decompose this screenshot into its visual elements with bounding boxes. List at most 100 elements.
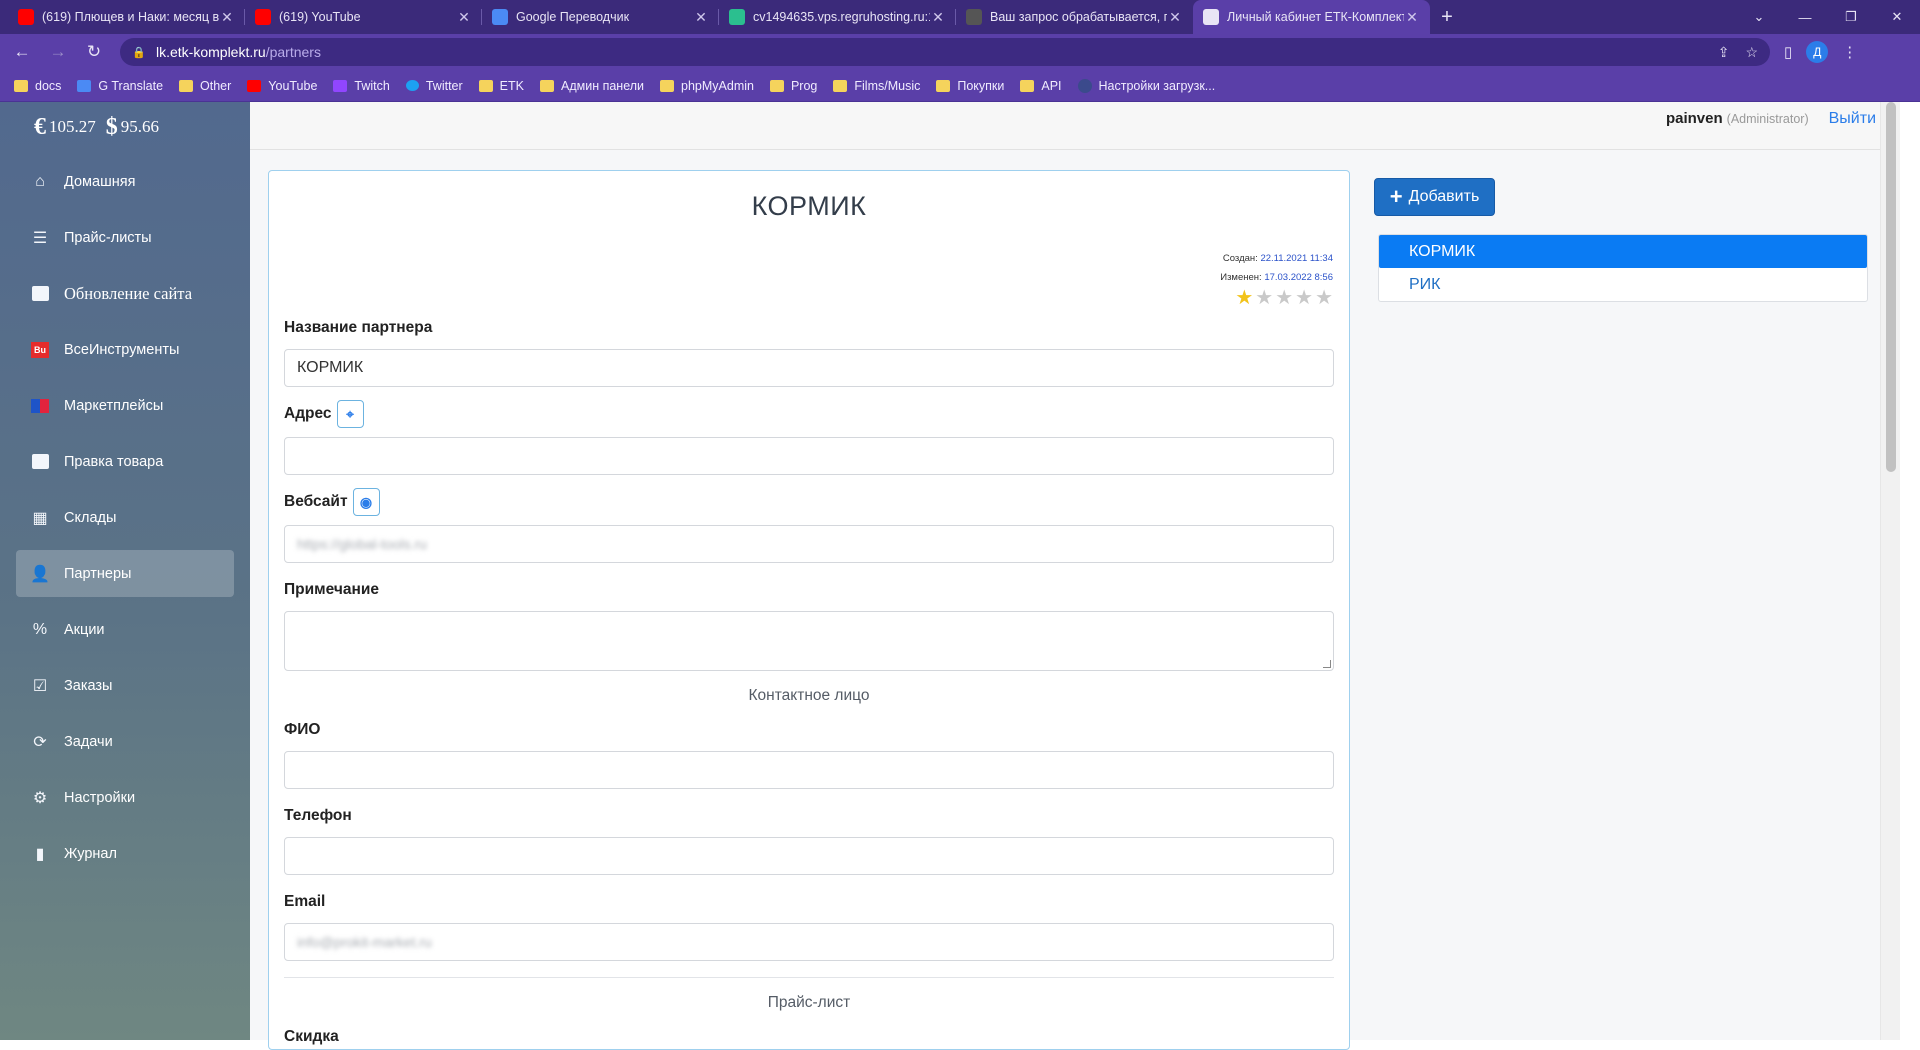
bookmark-item[interactable]: Twitch bbox=[333, 79, 390, 93]
star-icon[interactable]: ★ bbox=[1235, 285, 1253, 310]
tab-close-icon[interactable]: ✕ bbox=[1167, 9, 1183, 26]
browser-tab[interactable]: Google Переводчик ✕ bbox=[482, 0, 719, 34]
restore-icon[interactable]: ❐ bbox=[1828, 0, 1874, 34]
bookmark-item[interactable]: Twitter bbox=[405, 79, 463, 93]
email-value: info@prokit-market.ru bbox=[297, 934, 432, 950]
sidebar-item-list[interactable]: ☰ Прайс-листы bbox=[16, 214, 234, 261]
close-window-icon[interactable]: ✕ bbox=[1874, 0, 1920, 34]
menu-kebab-icon[interactable]: ⋮ bbox=[1842, 43, 1857, 61]
note-label: Примечание bbox=[284, 581, 379, 598]
dollar-rate: 95.66 bbox=[120, 117, 159, 136]
bookmark-item[interactable]: Настройки загрузк... bbox=[1077, 78, 1215, 93]
bookmark-label: Other bbox=[200, 78, 232, 93]
tab-search-icon[interactable]: ⌄ bbox=[1736, 0, 1782, 34]
note-textarea[interactable] bbox=[284, 611, 1334, 671]
folder-icon bbox=[936, 79, 951, 92]
bookmark-item[interactable]: YouTube bbox=[247, 79, 317, 93]
new-tab-button[interactable]: + bbox=[1430, 0, 1464, 34]
star-icon[interactable]: ★ bbox=[1295, 285, 1313, 310]
globe-icon bbox=[1077, 78, 1092, 93]
bookmark-item[interactable]: Other bbox=[179, 79, 231, 93]
url-field[interactable]: 🔒 lk.etk-komplekt.ru/partners ⇪ ☆ bbox=[120, 38, 1770, 66]
sidebar-item-home[interactable]: ⌂ Домашняя bbox=[16, 158, 234, 205]
globe-icon[interactable]: ◉ bbox=[352, 488, 380, 516]
bookmark-label: ETK bbox=[499, 78, 524, 93]
bookmark-item[interactable]: phpMyAdmin bbox=[660, 79, 754, 93]
share-icon[interactable]: ⇪ bbox=[1718, 44, 1730, 61]
sidebar-item-vseinstrumenti[interactable]: Bu ВсеИнструменты bbox=[16, 326, 234, 373]
youtube-icon bbox=[255, 9, 271, 25]
sidebar-item-site-update[interactable]: Обновление сайта bbox=[16, 270, 234, 317]
euro-icon: € bbox=[34, 113, 46, 140]
scrollbar-thumb[interactable] bbox=[1886, 102, 1896, 472]
tab-close-icon[interactable]: ✕ bbox=[219, 9, 235, 26]
add-partner-button[interactable]: + Добавить bbox=[1374, 178, 1495, 216]
bookmark-item[interactable]: API bbox=[1020, 79, 1062, 93]
reload-icon[interactable]: ↻ bbox=[80, 38, 108, 66]
tab-close-icon[interactable]: ✕ bbox=[930, 9, 946, 26]
logout-link[interactable]: Выйти bbox=[1829, 110, 1876, 128]
profile-avatar[interactable]: Д bbox=[1806, 41, 1829, 63]
page: € 105.27 $ 95.66 ⌂ Домашняя ☰ Прайс-листы Об… bbox=[0, 102, 1920, 1050]
browser-tab[interactable]: (619) YouTube ✕ bbox=[245, 0, 482, 34]
sidebar-item-label: Заказы bbox=[64, 677, 113, 694]
sidebar-item-warehouse[interactable]: ▦ Склады bbox=[16, 494, 234, 541]
window-controls: ⌄ — ❐ ✕ bbox=[1736, 0, 1920, 34]
sidebar-item-edit-product[interactable]: Правка товара bbox=[16, 438, 234, 485]
browser-tab[interactable]: cv1494635.vps.regruhosting.ru:1 ✕ bbox=[719, 0, 956, 34]
website-field[interactable]: https://global-tools.ru bbox=[284, 525, 1334, 563]
bookmark-item[interactable]: docs bbox=[14, 79, 61, 93]
tab-close-icon[interactable]: ✕ bbox=[1404, 9, 1420, 26]
sidebar-item-label: Настройки bbox=[64, 789, 136, 806]
bookmark-item[interactable]: Prog bbox=[769, 79, 817, 93]
forward-icon[interactable]: → bbox=[44, 38, 72, 66]
name-label: Название партнера bbox=[284, 319, 433, 336]
tab-title: (619) YouTube bbox=[279, 10, 361, 24]
sidebar-item-label: Журнал bbox=[64, 845, 117, 862]
map-pin-icon[interactable]: ⌖ bbox=[336, 400, 364, 428]
star-icon[interactable]: ★ bbox=[1275, 285, 1293, 310]
browser-tab[interactable]: Ваш запрос обрабатывается, по ✕ bbox=[956, 0, 1193, 34]
sidebar-item-marketplaces[interactable]: Маркетплейсы bbox=[16, 382, 234, 429]
partner-list-item[interactable]: КОРМИК bbox=[1379, 235, 1867, 268]
partner-name-field[interactable]: КОРМИК bbox=[284, 349, 1334, 387]
sidebar-item-checkbox[interactable]: ☑ Заказы bbox=[16, 662, 234, 709]
fio-field[interactable] bbox=[284, 751, 1334, 789]
browser-tab[interactable]: (619) Плющев и Наки: месяц во ✕ bbox=[8, 0, 245, 34]
browser-tab[interactable]: Личный кабинет ЕТК-Комплект ✕ bbox=[1193, 0, 1430, 34]
email-field[interactable]: info@prokit-market.ru bbox=[284, 923, 1334, 961]
bookmark-item[interactable]: Films/Music bbox=[833, 79, 920, 93]
sidebar-item-label: ВсеИнструменты bbox=[64, 341, 180, 358]
page-scrollbar[interactable] bbox=[1880, 102, 1900, 1040]
bookmark-item[interactable]: Покупки bbox=[936, 79, 1004, 93]
tab-close-icon[interactable]: ✕ bbox=[693, 9, 709, 26]
star-icon[interactable]: ★ bbox=[1255, 285, 1273, 310]
bookmark-item[interactable]: Админ панели bbox=[539, 79, 644, 93]
bookmark-star-icon[interactable]: ☆ bbox=[1745, 44, 1758, 61]
sidepanel-icon[interactable]: ▯ bbox=[1784, 43, 1792, 61]
bookmark-item[interactable]: G Translate bbox=[77, 79, 163, 93]
partner-card: КОРМИК Создан: 22.11.2021 11:34 Изменен:… bbox=[268, 170, 1350, 1050]
sidebar-item-percent[interactable]: % Акции bbox=[16, 606, 234, 653]
tab-close-icon[interactable]: ✕ bbox=[456, 9, 472, 26]
browser-address-bar: ← → ↻ 🔒 lk.etk-komplekt.ru/partners ⇪ ☆ … bbox=[0, 34, 1920, 70]
tw-icon bbox=[333, 79, 348, 92]
star-icon[interactable]: ★ bbox=[1315, 285, 1333, 310]
list-icon: ☰ bbox=[32, 229, 48, 247]
sidebar-item-gear[interactable]: ⚙ Настройки bbox=[16, 774, 234, 821]
minimize-icon[interactable]: — bbox=[1782, 0, 1828, 34]
bookmark-item[interactable]: ETK bbox=[478, 78, 524, 93]
bookmark-label: Films/Music bbox=[854, 78, 921, 93]
phone-field[interactable] bbox=[284, 837, 1334, 875]
sidebar-item-book[interactable]: ▮ Журнал bbox=[16, 830, 234, 877]
address-field[interactable] bbox=[284, 437, 1334, 475]
tasks-icon: ⟳ bbox=[33, 733, 47, 751]
back-icon[interactable]: ← bbox=[8, 38, 36, 66]
partner-list-item[interactable]: РИК bbox=[1379, 268, 1867, 301]
sidebar-item-tasks[interactable]: ⟳ Задачи bbox=[16, 718, 234, 765]
sidebar-item-label: Склады bbox=[64, 509, 117, 526]
warehouse-icon: ▦ bbox=[32, 509, 48, 527]
address-label: Адрес bbox=[284, 405, 332, 422]
sidebar-item-user[interactable]: 👤 Партнеры bbox=[16, 550, 234, 597]
lock-icon: 🔒 bbox=[132, 46, 146, 59]
